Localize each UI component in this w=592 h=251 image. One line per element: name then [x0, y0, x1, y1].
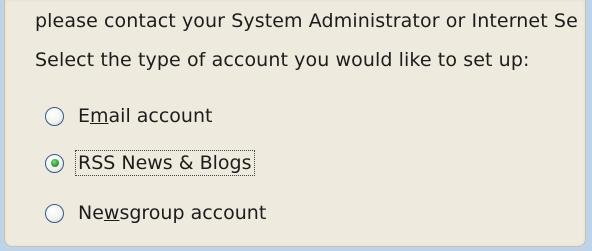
radio-unchecked-icon[interactable] [45, 106, 64, 126]
radio-unchecked-icon[interactable] [45, 203, 64, 223]
radio-rss-news-blogs[interactable]: RSS News & Blogs [45, 148, 255, 178]
access-key: m [90, 105, 109, 127]
radio-label-rss-news-blogs[interactable]: RSS News & Blogs [75, 150, 255, 176]
radio-label-email-account[interactable]: Email account [76, 104, 214, 128]
account-type-prompt: Select the type of account you would lik… [35, 49, 530, 71]
label-suffix: RSS News & Blogs [78, 152, 252, 174]
radio-newsgroup-account[interactable]: Newsgroup account [45, 198, 268, 228]
access-key: w [103, 202, 120, 224]
info-text: please contact your System Administrator… [35, 10, 578, 32]
radio-dot-icon [50, 159, 59, 167]
label-prefix: E [78, 105, 91, 127]
label-suffix: sgroup account [119, 202, 267, 224]
radio-email-account[interactable]: Email account [45, 101, 214, 131]
label-prefix: Ne [78, 202, 104, 224]
radio-label-newsgroup-account[interactable]: Newsgroup account [76, 201, 268, 225]
label-suffix: ail account [108, 105, 213, 127]
account-wizard-panel: please contact your System Administrator… [4, 0, 586, 247]
radio-checked-icon[interactable] [45, 153, 64, 173]
